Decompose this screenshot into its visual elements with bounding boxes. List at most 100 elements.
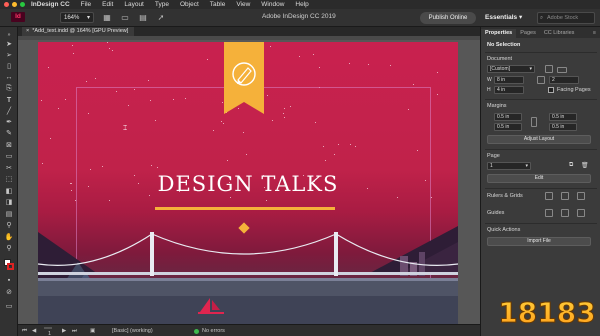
menu-file[interactable]: File — [81, 1, 91, 8]
adjust-layout-button[interactable]: Adjust Layout — [487, 135, 591, 144]
gap-tool-icon[interactable]: ↔ — [4, 74, 14, 82]
document-preset-select[interactable]: [Custom] ▾ — [487, 65, 535, 73]
page-select[interactable]: 1 ▾ — [487, 162, 531, 170]
facing-pages-checkbox[interactable] — [548, 87, 554, 93]
next-page-icon[interactable]: ▶ — [62, 328, 66, 334]
page-tool-icon[interactable]: ▯ — [4, 63, 14, 71]
page-width-field[interactable]: 8 in — [494, 76, 524, 84]
menu-type[interactable]: Type — [155, 1, 169, 8]
free-transform-icon[interactable]: ⬚ — [4, 176, 14, 184]
close-icon[interactable]: × — [26, 28, 29, 34]
page-select-value: 1 — [490, 163, 493, 169]
share-for-review-icon[interactable]: ➚ — [156, 13, 166, 23]
panel-menu-icon[interactable]: ≡ — [589, 29, 600, 38]
orientation-landscape-icon[interactable] — [557, 67, 567, 73]
tab-cc-libraries[interactable]: CC Libraries — [540, 29, 579, 38]
zoom-value: 164% — [64, 14, 80, 21]
rectangle-frame-icon[interactable]: ⊠ — [4, 142, 14, 150]
last-page-icon[interactable]: ⏭ — [72, 328, 77, 335]
screen-mode-icon[interactable]: ▭ — [120, 13, 130, 23]
workspace-switcher[interactable]: Essentials ▾ — [485, 13, 522, 21]
menu-edit[interactable]: Edit — [102, 1, 113, 8]
menu-view[interactable]: View — [236, 1, 250, 8]
collapse-toolbar-icon[interactable]: » — [4, 31, 14, 39]
window-controls — [4, 2, 25, 7]
gradient-feather-icon[interactable]: ◨ — [4, 199, 14, 207]
margin-top-field[interactable]: 0.5 in — [494, 113, 522, 121]
tab-properties[interactable]: Properties — [481, 29, 517, 38]
import-file-button[interactable]: Import File — [487, 237, 591, 246]
pencil-icon[interactable]: ✎ — [4, 130, 14, 138]
menu-layout[interactable]: Layout — [124, 1, 144, 8]
menu-app[interactable]: InDesign CC — [31, 1, 70, 8]
star — [86, 81, 87, 82]
apply-none-icon[interactable]: ⊘ — [4, 289, 14, 297]
delete-page-icon[interactable]: 🗑 — [581, 162, 589, 169]
ruler-toggle-icon[interactable] — [545, 192, 553, 200]
site-watermark-logo: 18183 — [498, 296, 596, 330]
menu-window[interactable]: Window — [261, 1, 284, 8]
adobe-stock-search-input[interactable]: ⌕ Adobe Stock — [537, 12, 595, 24]
selection-icon[interactable]: ➤ — [4, 41, 14, 49]
star — [207, 59, 208, 60]
margin-right-field[interactable]: 0.5 in — [549, 123, 577, 131]
previous-page-icon[interactable]: ◀ — [32, 328, 36, 334]
open-page-icon[interactable]: ▣ — [90, 328, 95, 334]
fill-stroke-icon[interactable] — [4, 259, 14, 271]
artboard[interactable]: DESIGN TALKS ⌶ — [38, 42, 458, 324]
preflight-errors-label[interactable]: No errors — [202, 328, 225, 334]
rectangle-icon[interactable]: ▭ — [4, 153, 14, 161]
line-icon[interactable]: ╱ — [4, 108, 14, 116]
page-number-field[interactable]: 1 — [44, 327, 52, 336]
smart-guides-icon[interactable] — [577, 209, 585, 217]
note-icon[interactable]: ▤ — [4, 211, 14, 219]
gradient-swatch-icon[interactable]: ◧ — [4, 188, 14, 196]
baseline-grid-icon[interactable] — [561, 192, 569, 200]
scissors-icon[interactable]: ✂ — [4, 165, 14, 173]
star — [48, 67, 49, 68]
style-mode[interactable]: [Basic] (working) — [112, 328, 153, 334]
margin-left-field[interactable]: 0.5 in — [549, 113, 577, 121]
star — [109, 48, 110, 49]
edit-page-button[interactable]: Edit — [487, 174, 591, 183]
menu-object[interactable]: Object — [180, 1, 199, 8]
margin-bottom-field[interactable]: 0.5 in — [494, 123, 522, 131]
margins-section-label: Margins — [487, 103, 507, 109]
first-page-icon[interactable]: ⏮ — [22, 328, 27, 335]
add-page-icon[interactable]: ⧉ — [569, 162, 573, 169]
star — [390, 65, 391, 66]
eyedropper-icon[interactable]: ⚲ — [4, 222, 14, 230]
hand-icon[interactable]: ✋ — [4, 234, 14, 242]
direct-selection-icon[interactable]: ➢ — [4, 52, 14, 60]
menu-table[interactable]: Table — [210, 1, 226, 8]
tab-pages[interactable]: Pages — [516, 29, 540, 38]
pen-icon[interactable]: ✒ — [4, 119, 14, 127]
minimize-window-button[interactable] — [12, 2, 17, 7]
arrange-documents-icon[interactable]: ▤ — [138, 13, 148, 23]
document-canvas[interactable]: DESIGN TALKS ⌶ — [18, 36, 480, 324]
content-collector-icon[interactable]: ⎘ — [4, 85, 14, 93]
chevron-down-icon: ▾ — [525, 163, 528, 169]
lock-guides-icon[interactable] — [561, 209, 569, 217]
close-window-button[interactable] — [4, 2, 9, 7]
page-height-field[interactable]: 4 in — [494, 86, 524, 94]
stroke-swatch[interactable] — [7, 263, 14, 270]
document-tab[interactable]: × *Add_text.indd @ 164% [GPU Preview] — [22, 27, 135, 36]
orientation-portrait-icon[interactable] — [545, 65, 553, 73]
type-icon[interactable]: T — [4, 97, 14, 105]
zoom-icon[interactable]: ⚲ — [4, 245, 14, 253]
star — [42, 163, 43, 164]
zoom-window-button[interactable] — [20, 2, 25, 7]
apply-color-icon[interactable]: ▪ — [4, 277, 14, 285]
zoom-level-select[interactable]: 164% ▾ — [60, 12, 94, 23]
link-margins-icon[interactable] — [531, 117, 537, 127]
document-grid-icon[interactable] — [577, 192, 585, 200]
star — [413, 84, 414, 85]
menu-help[interactable]: Help — [295, 1, 308, 8]
page-count-field[interactable]: 2 — [549, 76, 579, 84]
view-options-icon[interactable]: ▦ — [102, 13, 112, 23]
screen-mode-toggle-icon[interactable]: ▭ — [4, 303, 14, 311]
publish-online-button[interactable]: Publish Online — [420, 12, 476, 24]
guides-toggle-icon[interactable] — [545, 209, 553, 217]
headline-text[interactable]: DESIGN TALKS — [38, 172, 458, 196]
